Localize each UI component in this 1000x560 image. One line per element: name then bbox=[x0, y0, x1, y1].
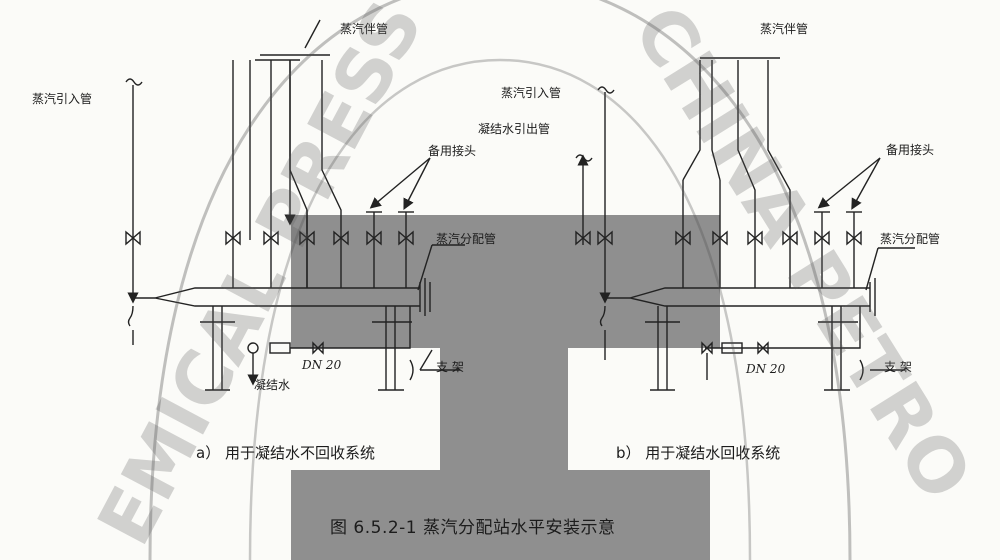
watermark-arcs bbox=[148, 0, 852, 560]
figure-page: { "labels": { "steam_inlet_left": "蒸汽引入管… bbox=[0, 0, 1000, 560]
watermark-arc-inner bbox=[248, 58, 752, 560]
watermark-arc-outer bbox=[148, 0, 852, 560]
